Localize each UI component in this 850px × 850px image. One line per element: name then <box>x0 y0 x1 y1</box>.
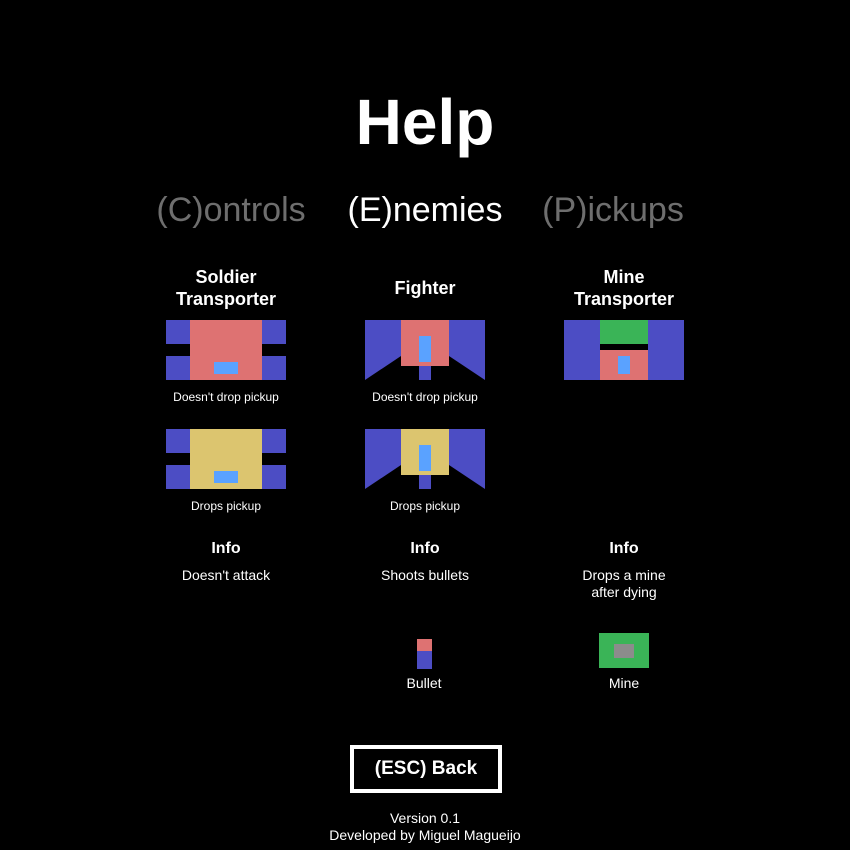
bullet-sprite <box>417 639 432 669</box>
mine-transporter-info-heading: Info <box>609 540 639 557</box>
wing-right-top <box>262 429 286 453</box>
cockpit <box>214 471 238 483</box>
wing-left <box>564 320 600 380</box>
mine-transporter-title-line1: Mine <box>603 267 645 287</box>
tab-enemies[interactable]: (E)nemies <box>325 188 525 232</box>
soldier-transporter-title-line2: Transporter <box>175 289 277 309</box>
wing-right-bottom <box>262 465 286 489</box>
mine-transporter-info-line2: after dying <box>591 584 657 600</box>
soldier-transporter-info-heading: Info <box>211 540 241 557</box>
credit-text: Developed by Miguel Magueijo <box>329 827 521 843</box>
soldier-transporter-pickup-caption: Drops pickup <box>190 499 262 513</box>
fighter-info-text: Shoots bullets <box>381 567 469 583</box>
fighter-no-pickup-sprite <box>365 320 485 380</box>
gun <box>419 366 431 380</box>
mine-cargo <box>600 320 648 344</box>
wing-left-bottom <box>166 465 190 489</box>
bullet-label: Bullet <box>406 675 442 691</box>
cockpit <box>419 336 431 362</box>
wing-right <box>449 429 485 489</box>
bullet-body <box>417 651 432 669</box>
soldier-transporter-info-text: Doesn't attack <box>181 567 271 583</box>
soldier-transporter-pickup-sprite <box>166 429 286 489</box>
tab-controls[interactable]: (C)ontrols <box>131 188 331 232</box>
gun <box>419 475 431 489</box>
mine-sprite <box>599 633 649 668</box>
back-button[interactable]: (ESC) Back <box>350 745 502 793</box>
mine-transporter-title: Mine Transporter <box>524 266 724 310</box>
wing-right-top <box>262 320 286 344</box>
cockpit <box>214 362 238 374</box>
fighter-no-pickup-caption: Doesn't drop pickup <box>372 390 478 404</box>
soldier-transporter-no-pickup-caption: Doesn't drop pickup <box>173 390 279 404</box>
bullet-tip <box>417 639 432 651</box>
mine-transporter-info-text: Drops a mine after dying <box>524 567 724 601</box>
mine-transporter-info-line1: Drops a mine <box>582 567 666 583</box>
soldier-transporter-title: Soldier Transporter <box>126 266 326 310</box>
wing-left-top <box>166 320 190 344</box>
soldier-transporter-title-line1: Soldier <box>195 267 257 287</box>
fighter-info-heading: Info <box>410 540 440 557</box>
wing-left-bottom <box>166 356 190 380</box>
wing-left <box>365 429 401 489</box>
wing-right-bottom <box>262 356 286 380</box>
tab-pickups[interactable]: (P)ickups <box>513 188 713 232</box>
fighter-pickup-sprite <box>365 429 485 489</box>
wing-right <box>648 320 684 380</box>
wing-left <box>365 320 401 380</box>
cockpit <box>419 445 431 471</box>
fighter-title: Fighter <box>394 278 456 298</box>
cargo-gap <box>600 344 648 350</box>
cockpit <box>618 356 630 374</box>
wing-right <box>449 320 485 380</box>
mine-transporter-sprite <box>564 320 684 380</box>
version-text: Version 0.1 <box>389 810 461 826</box>
wing-left-top <box>166 429 190 453</box>
page-title: Help <box>355 86 495 158</box>
soldier-transporter-no-pickup-sprite <box>166 320 286 380</box>
mine-core <box>614 644 634 658</box>
fighter-pickup-caption: Drops pickup <box>389 499 461 513</box>
mine-transporter-title-line2: Transporter <box>573 289 675 309</box>
mine-label: Mine <box>608 675 640 691</box>
